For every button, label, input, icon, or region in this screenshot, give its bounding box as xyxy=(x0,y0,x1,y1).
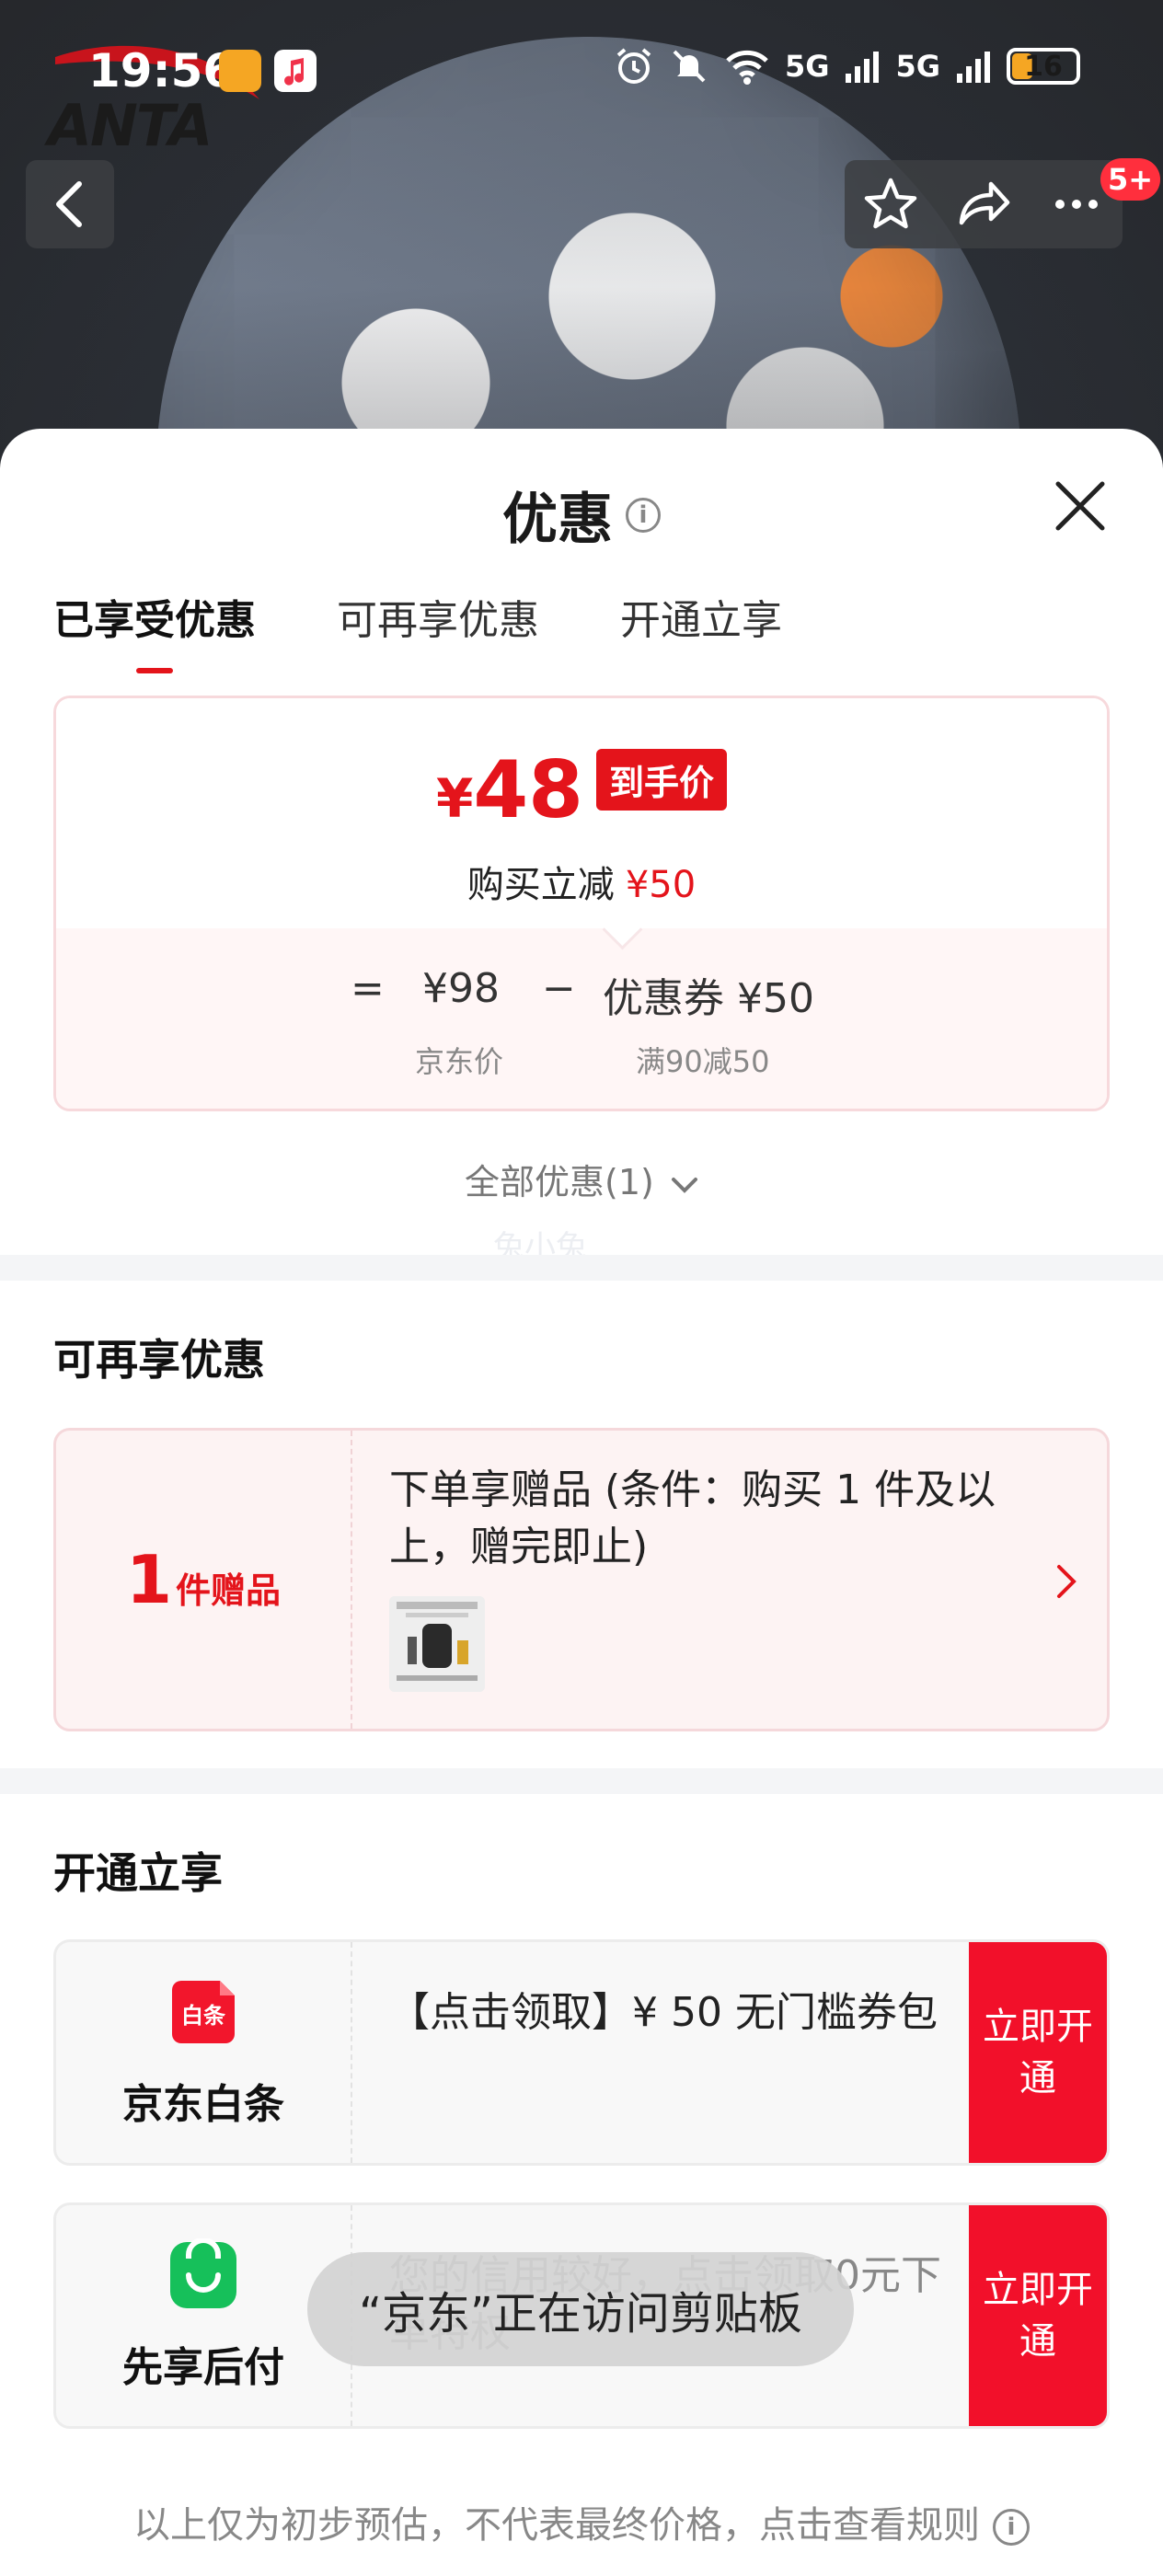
chevron-left-icon xyxy=(56,181,82,227)
section-divider xyxy=(0,1768,1163,1794)
gift-offer-card[interactable]: 1 件赠品 下单享赠品 (条件：购买 1 件及以上，赠完即止) xyxy=(53,1428,1110,1731)
signal-bars-icon xyxy=(957,52,990,83)
pay-later-open-button[interactable]: 立即开通 xyxy=(969,2205,1107,2426)
baitiao-open-button[interactable]: 立即开通 xyxy=(969,1942,1107,2163)
jd-price: ¥98 xyxy=(422,965,500,1012)
alarm-icon xyxy=(616,48,651,84)
info-icon[interactable]: i xyxy=(626,497,661,533)
footer-note-text: 以上仅为初步预估，不代表最终价格，点击查看规则 xyxy=(133,2504,980,2547)
mute-bell-icon xyxy=(673,50,706,83)
signal-label-2: 5G xyxy=(895,49,940,84)
pay-later-name: 先享后付 xyxy=(122,2344,284,2391)
jd-price-label: 京东价 xyxy=(415,1044,504,1079)
baitiao-logo-text: 白条 xyxy=(181,2003,226,2029)
star-icon[interactable] xyxy=(861,175,920,234)
gift-thumbnail-image xyxy=(389,1596,485,1692)
price-breakdown-card: ¥48 到手价 购买立减 ¥50 = ¥98 − 优惠券 ¥50 京东价 满90减5… xyxy=(53,696,1110,1111)
section-divider xyxy=(0,1255,1163,1281)
equals-sign: = xyxy=(351,965,385,1012)
share-icon[interactable] xyxy=(954,175,1013,234)
coupon-rule: 满90减50 xyxy=(636,1044,770,1079)
status-bar: 19:56 5G 5G 16 xyxy=(0,37,1163,110)
shopping-bag-icon xyxy=(170,2238,236,2308)
battery-indicator: 16 xyxy=(1007,48,1080,85)
back-button[interactable] xyxy=(26,160,114,248)
message-badge: 5+ xyxy=(1100,158,1161,201)
offer-tabs: 已享受优惠 可再享优惠 开通立享 xyxy=(53,587,782,673)
sheet-header: 优惠 i xyxy=(0,475,1163,555)
top-actions-group xyxy=(845,160,1123,248)
final-price: 48 xyxy=(473,744,584,836)
discount-value: ¥50 xyxy=(625,864,697,906)
signal-label-1: 5G xyxy=(784,49,830,84)
open-to-enjoy-title: 开通立享 xyxy=(53,1848,223,1898)
chevron-down-icon xyxy=(671,1177,697,1193)
baitiao-name: 京东白条 xyxy=(122,2081,284,2128)
more-offers-title: 可再享优惠 xyxy=(53,1335,265,1385)
final-price-tag: 到手价 xyxy=(596,749,728,811)
currency-symbol: ¥ xyxy=(435,767,474,830)
footer-note[interactable]: 以上仅为初步预估，不代表最终价格，点击查看规则 i xyxy=(0,2495,1163,2548)
gift-description: 下单享赠品 (条件：购买 1 件及以上，赠完即止) xyxy=(389,1466,996,1570)
all-offers-label: 全部优惠(1) xyxy=(465,1162,654,1202)
tab-open-to-enjoy[interactable]: 开通立享 xyxy=(620,587,782,646)
minus-sign: − xyxy=(542,965,576,1012)
status-time: 19:56 xyxy=(88,44,236,98)
tab-enjoyed-offers[interactable]: 已享受优惠 xyxy=(53,587,256,673)
battery-level: 16 xyxy=(1024,50,1063,83)
all-offers-toggle[interactable]: 全部优惠(1) xyxy=(0,1154,1163,1204)
jd-baitiao-card[interactable]: 白条 京东白条 【点击领取】¥ 50 无门槛券包 立即开通 xyxy=(53,1939,1110,2166)
coupon-value: 优惠券 ¥50 xyxy=(603,975,814,1022)
close-icon[interactable] xyxy=(1051,477,1110,535)
chevron-right-icon xyxy=(1057,1565,1077,1598)
baitiao-logo-icon: 白条 xyxy=(172,1981,235,2043)
sheet-title: 优惠 xyxy=(502,488,613,552)
tab-more-offers[interactable]: 可再享优惠 xyxy=(337,587,539,646)
baitiao-offer-text: 【点击领取】¥ 50 无门槛券包 xyxy=(389,1989,938,2036)
gift-unit: 件赠品 xyxy=(176,1570,282,1611)
gift-count: 1 xyxy=(125,1541,173,1618)
info-icon: i xyxy=(993,2509,1030,2546)
more-icon[interactable] xyxy=(1047,175,1106,234)
app-notification-icon xyxy=(219,50,261,92)
wifi-icon xyxy=(726,50,768,85)
discount-label: 购买立减 xyxy=(466,864,615,906)
signal-bars-icon xyxy=(846,52,880,83)
music-app-icon xyxy=(274,50,317,92)
clipboard-toast: “京东”正在访问剪贴板 xyxy=(307,2252,854,2366)
